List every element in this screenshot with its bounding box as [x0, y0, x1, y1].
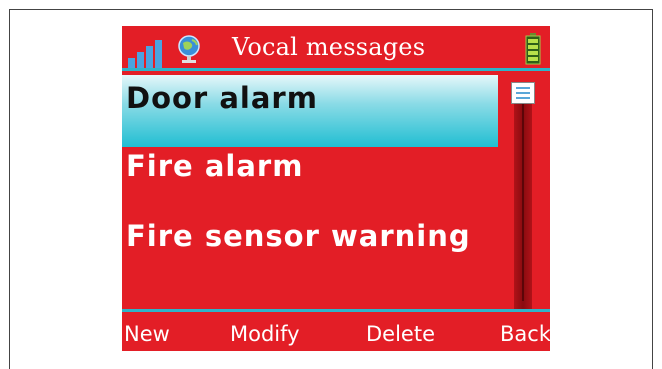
- list-item-fire-sensor-warning[interactable]: Fire sensor warning: [122, 213, 498, 285]
- list-item-label: Door alarm: [126, 81, 318, 115]
- globe-network-icon: [174, 34, 204, 68]
- scrollbar-track-groove: [522, 96, 524, 301]
- page-title: Vocal messages: [232, 33, 426, 61]
- new-button[interactable]: New: [124, 322, 170, 346]
- modify-button[interactable]: Modify: [230, 322, 300, 346]
- header-divider: [122, 68, 550, 71]
- delete-button[interactable]: Delete: [366, 322, 435, 346]
- list-item-label: Fire sensor warning: [126, 219, 471, 253]
- back-button[interactable]: Back: [500, 322, 550, 346]
- list-item-label: Fire alarm: [126, 149, 304, 183]
- scrollbar-thumb[interactable]: [511, 82, 535, 104]
- scrollbar[interactable]: [508, 72, 538, 312]
- softkey-bar: New Modify Delete Back: [122, 312, 550, 351]
- list-item-door-alarm[interactable]: Door alarm: [122, 75, 498, 147]
- device-screen: Vocal messages Door alarm Fire alarm Fir…: [122, 26, 550, 351]
- list-item-fire-alarm[interactable]: Fire alarm: [122, 143, 498, 215]
- title-bar: Vocal messages: [122, 26, 550, 68]
- battery-icon: [525, 33, 541, 69]
